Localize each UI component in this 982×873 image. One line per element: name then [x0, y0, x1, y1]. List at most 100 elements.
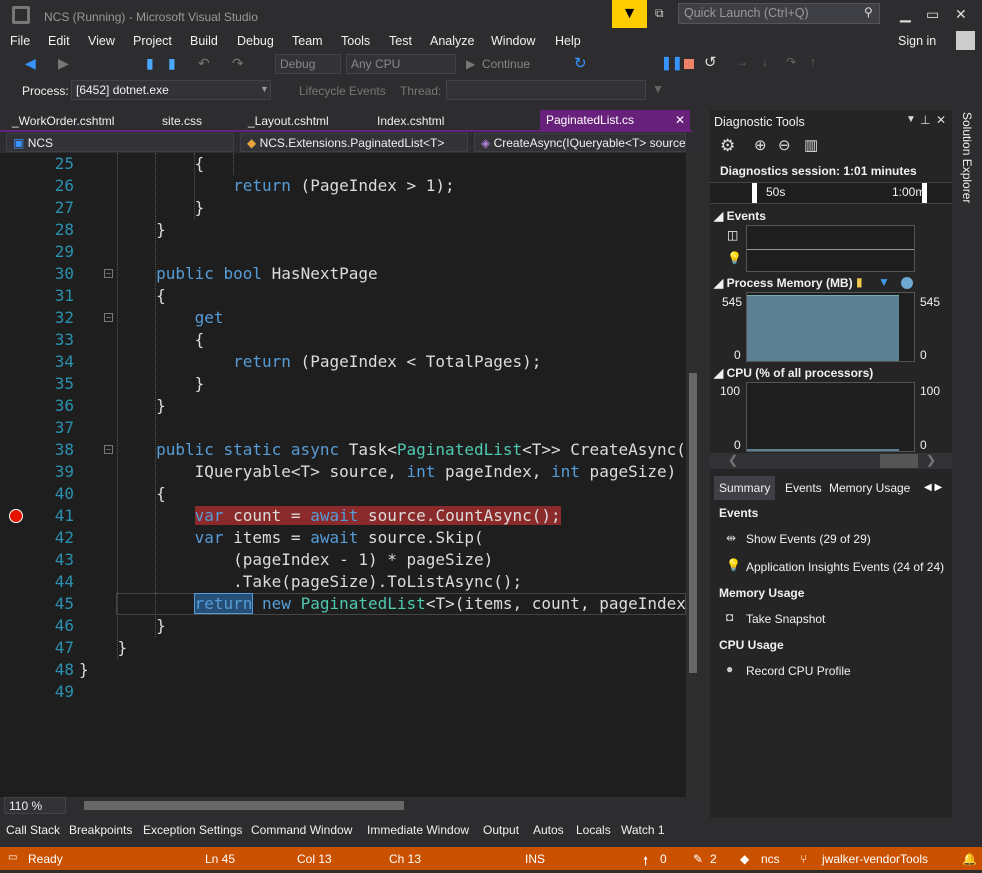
show-events-link[interactable]: Show Events (29 of 29) — [746, 532, 871, 546]
close-button[interactable]: ✕ — [955, 6, 967, 23]
code-line[interactable]: 35 } — [0, 373, 686, 395]
tabs-scroll-icon[interactable]: ◀ ▶ — [924, 482, 942, 493]
diag-tab-events[interactable]: Events — [780, 476, 827, 500]
close-panel-icon[interactable]: ✕ — [936, 113, 946, 127]
menu-build[interactable]: Build — [190, 34, 218, 48]
code-line[interactable]: 48} — [0, 659, 686, 681]
scroll-left-icon[interactable]: ❮ — [728, 453, 738, 467]
scrollbar-thumb[interactable] — [689, 373, 697, 673]
tool-tab-immediate-window[interactable]: Immediate Window — [367, 823, 469, 837]
scroll-right-icon[interactable]: ❯ — [926, 453, 936, 467]
tab-index-cshtml[interactable]: Index.cshtml — [377, 114, 444, 128]
cpu-section-header[interactable]: ◢ CPU (% of all processors) — [714, 366, 873, 380]
notifications-bell-icon[interactable]: 🔔 — [962, 852, 977, 866]
code-line[interactable]: 33 { — [0, 329, 686, 351]
process-select[interactable]: [6452] dotnet.exe — [71, 80, 271, 100]
restart-button[interactable]: ↺ — [704, 53, 717, 71]
branch-name[interactable]: jwalker-vendorTools — [822, 852, 928, 866]
tool-tab-output[interactable]: Output — [483, 823, 519, 837]
menu-file[interactable]: File — [10, 34, 30, 48]
tab--layout-cshtml[interactable]: _Layout.cshtml — [248, 114, 329, 128]
code-line[interactable]: 47 } — [0, 637, 686, 659]
step-out-icon[interactable]: ↑ — [810, 55, 816, 69]
continue-icon[interactable]: ▶ — [466, 57, 475, 71]
events-graph[interactable] — [746, 225, 915, 272]
code-line[interactable]: 36 } — [0, 395, 686, 417]
member-nav-select[interactable]: ◈ CreateAsync(IQueryable<T> source, — [474, 133, 686, 152]
forward-icon[interactable]: ▶ — [58, 55, 69, 72]
code-line[interactable]: 27 } — [0, 197, 686, 219]
memory-section-header[interactable]: ◢ Process Memory (MB) — [714, 276, 853, 290]
code-line[interactable]: 30 public bool HasNextPage − — [0, 263, 686, 285]
minimize-button[interactable]: ▁ — [900, 6, 911, 23]
close-tab-icon[interactable]: ✕ — [675, 113, 685, 127]
tool-tab-autos[interactable]: Autos — [533, 823, 564, 837]
filter-icon[interactable]: ▼ — [652, 82, 664, 96]
maximize-button[interactable]: ▭ — [926, 6, 939, 23]
search-icon[interactable]: ⚲ — [864, 5, 873, 19]
thread-select[interactable] — [446, 80, 646, 100]
code-line[interactable]: 32 get − — [0, 307, 686, 329]
solution-explorer-tab[interactable]: Solution Explorer — [952, 110, 982, 270]
code-line[interactable]: 40 { — [0, 483, 686, 505]
platform-select[interactable]: Any CPU — [346, 54, 456, 74]
account-avatar-icon[interactable] — [956, 31, 975, 50]
code-line[interactable]: 49 — [0, 681, 686, 703]
take-snapshot-button[interactable]: Take Snapshot — [746, 612, 825, 626]
record-cpu-profile-button[interactable]: Record CPU Profile — [746, 664, 851, 678]
sign-in-link[interactable]: Sign in — [898, 34, 936, 48]
tool-tab-call-stack[interactable]: Call Stack — [6, 823, 60, 837]
lifecycle-events-button[interactable]: Lifecycle Events — [299, 84, 386, 98]
unpushed-commits[interactable]: 0 — [660, 852, 667, 866]
code-line[interactable]: 29 — [0, 241, 686, 263]
settings-gear-icon[interactable]: ⚙ — [720, 136, 735, 156]
continue-button[interactable]: Continue — [482, 57, 530, 71]
refresh-icon[interactable]: ↻ — [574, 54, 587, 72]
events-section-header[interactable]: ◢ Events — [714, 209, 766, 223]
diag-tab-summary[interactable]: Summary — [714, 476, 776, 500]
code-line[interactable]: 45 return new PaginatedList<T>(items, co… — [0, 593, 686, 615]
code-line[interactable]: 25 { — [0, 153, 686, 175]
redo-icon[interactable]: ↷ — [232, 55, 244, 72]
code-line[interactable]: 34 return (PageIndex < TotalPages); — [0, 351, 686, 373]
notifications-icon[interactable]: ⧉ — [655, 6, 664, 21]
tool-tab-locals[interactable]: Locals — [576, 823, 611, 837]
timeline-horizontal-scrollbar[interactable]: ❮ ❯ — [710, 453, 952, 469]
menu-tools[interactable]: Tools — [341, 34, 370, 48]
code-line[interactable]: 43 (pageIndex - 1) * pageSize) — [0, 549, 686, 571]
zoom-select[interactable]: 110 % — [4, 797, 66, 814]
code-line[interactable]: 37 — [0, 417, 686, 439]
timeline-scroll-thumb[interactable] — [880, 454, 918, 468]
code-line[interactable]: 42 var items = await source.Skip( — [0, 527, 686, 549]
code-line[interactable]: 41 var count = await source.CountAsync()… — [0, 505, 686, 527]
menu-window[interactable]: Window — [491, 34, 535, 48]
cpu-graph[interactable] — [746, 382, 915, 452]
type-nav-select[interactable]: ◆ NCS.Extensions.PaginatedList<T> — [240, 133, 468, 152]
show-next-statement-icon[interactable]: → — [736, 55, 748, 69]
tab-site-css[interactable]: site.css — [162, 114, 202, 128]
zoom-in-icon[interactable]: ⊕ — [754, 136, 767, 154]
code-line[interactable]: 26 return (PageIndex > 1); — [0, 175, 686, 197]
menu-team[interactable]: Team — [292, 34, 323, 48]
configuration-select[interactable]: Debug — [275, 54, 341, 74]
step-over-icon[interactable]: ↷ — [786, 55, 796, 69]
breakpoint-icon[interactable] — [9, 509, 23, 523]
collapse-toggle-icon[interactable]: − — [104, 313, 113, 322]
code-editor[interactable]: 25 {26 return (PageIndex > 1); 27 } 28 } 29… — [0, 153, 686, 797]
feedback-flag-icon[interactable]: ▼ — [612, 0, 647, 28]
zoom-out-icon[interactable]: ⊖ — [778, 136, 791, 154]
save-icon[interactable]: ▮ — [146, 55, 154, 72]
project-nav-select[interactable]: ▣ NCS — [6, 133, 234, 152]
diag-tab-memory-usage[interactable]: Memory Usage — [824, 476, 915, 500]
horizontal-scrollbar-thumb[interactable] — [84, 801, 404, 810]
repository-name[interactable]: ncs — [761, 852, 780, 866]
tool-tab-watch-1[interactable]: Watch 1 — [621, 823, 665, 837]
step-into-icon[interactable]: ↓ — [762, 55, 768, 69]
pin-icon[interactable]: ⊥ — [920, 113, 930, 127]
dropdown-icon[interactable]: ▼ — [906, 114, 916, 125]
code-line[interactable]: 31 { — [0, 285, 686, 307]
editor-vertical-scrollbar[interactable] — [686, 153, 700, 797]
collapse-toggle-icon[interactable]: − — [104, 445, 113, 454]
stop-button[interactable] — [684, 59, 694, 69]
code-line[interactable]: 28 } — [0, 219, 686, 241]
